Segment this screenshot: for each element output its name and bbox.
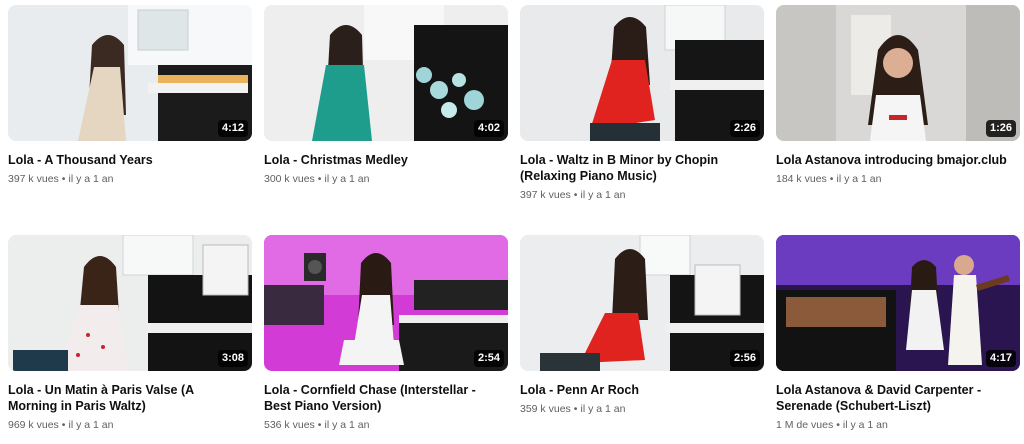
meta-separator: • (317, 419, 322, 431)
video-title[interactable]: Lola Astanova & David Carpenter - Serena… (776, 382, 1020, 414)
video-card[interactable]: 4:17 Lola Astanova & David Carpenter - S… (776, 235, 1020, 432)
view-count: 397 k vues (520, 189, 571, 201)
view-count: 359 k vues (520, 403, 571, 415)
upload-age: il y a 1 an (324, 419, 370, 431)
video-duration: 4:17 (985, 350, 1016, 367)
view-count: 397 k vues (8, 173, 59, 185)
view-count: 184 k vues (776, 173, 827, 185)
video-duration: 2:56 (729, 350, 760, 367)
video-title[interactable]: Lola - Cornfield Chase (Interstellar - B… (264, 382, 508, 414)
video-title[interactable]: Lola - Penn Ar Roch (520, 382, 764, 398)
upload-age: il y a 1 an (836, 173, 882, 185)
video-thumbnail[interactable]: 2:56 (520, 235, 764, 371)
video-duration: 2:54 (473, 350, 504, 367)
video-thumbnail[interactable]: 1:26 (776, 5, 1020, 141)
video-meta: 397 k vues • il y a 1 an (8, 172, 252, 186)
video-card[interactable]: 4:12 Lola - A Thousand Years 397 k vues •… (8, 5, 252, 186)
video-meta: 969 k vues • il y a 1 an (8, 418, 252, 432)
video-title[interactable]: Lola - Un Matin à Paris Valse (A Morning… (8, 382, 252, 414)
video-thumbnail[interactable]: 4:12 (8, 5, 252, 141)
video-card[interactable]: 2:54 Lola - Cornfield Chase (Interstella… (264, 235, 508, 432)
video-duration: 4:12 (217, 120, 248, 137)
thumbnail-image (520, 235, 764, 371)
video-thumbnail[interactable]: 3:08 (8, 235, 252, 371)
video-thumbnail[interactable]: 4:17 (776, 235, 1020, 371)
video-card[interactable]: 1:26 Lola Astanova introducing bmajor.cl… (776, 5, 1020, 186)
thumbnail-image (520, 5, 764, 141)
video-meta: 184 k vues • il y a 1 an (776, 172, 1020, 186)
thumbnail-image (776, 235, 1020, 371)
video-title[interactable]: Lola - Christmas Medley (264, 152, 508, 168)
video-duration: 3:08 (217, 350, 248, 367)
upload-age: il y a 1 an (580, 189, 626, 201)
meta-separator: • (836, 419, 840, 431)
video-meta: 397 k vues • il y a 1 an (520, 188, 764, 202)
thumbnail-image (776, 5, 1020, 141)
upload-age: il y a 1 an (580, 403, 626, 415)
meta-separator: • (573, 403, 578, 415)
upload-age: il y a 1 an (68, 419, 114, 431)
video-thumbnail[interactable]: 4:02 (264, 5, 508, 141)
video-grid: 4:12 Lola - A Thousand Years 397 k vues •… (0, 0, 1024, 444)
video-thumbnail[interactable]: 2:26 (520, 5, 764, 141)
view-count: 969 k vues (8, 419, 59, 431)
video-card[interactable]: 2:26 Lola - Waltz in B Minor by Chopin (… (520, 5, 764, 202)
video-card[interactable]: 2:56 Lola - Penn Ar Roch 359 k vues • il y… (520, 235, 764, 416)
video-thumbnail[interactable]: 2:54 (264, 235, 508, 371)
thumbnail-image (264, 5, 508, 141)
meta-separator: • (317, 173, 322, 185)
video-duration: 1:26 (985, 120, 1016, 137)
thumbnail-image (264, 235, 508, 371)
view-count: 300 k vues (264, 173, 315, 185)
view-count: 536 k vues (264, 419, 315, 431)
video-meta: 1 M de vues • il y a 1 an (776, 418, 1020, 432)
thumbnail-image (8, 235, 252, 371)
upload-age: il y a 1 an (842, 419, 888, 431)
meta-separator: • (573, 189, 578, 201)
upload-age: il y a 1 an (324, 173, 370, 185)
meta-separator: • (829, 173, 834, 185)
video-meta: 359 k vues • il y a 1 an (520, 402, 764, 416)
video-title[interactable]: Lola - A Thousand Years (8, 152, 252, 168)
video-duration: 2:26 (729, 120, 760, 137)
upload-age: il y a 1 an (68, 173, 114, 185)
video-meta: 536 k vues • il y a 1 an (264, 418, 508, 432)
video-title[interactable]: Lola Astanova introducing bmajor.club (776, 152, 1020, 168)
video-duration: 4:02 (473, 120, 504, 137)
video-title[interactable]: Lola - Waltz in B Minor by Chopin (Relax… (520, 152, 764, 184)
view-count: 1 M de vues (776, 419, 834, 431)
video-meta: 300 k vues • il y a 1 an (264, 172, 508, 186)
meta-separator: • (61, 419, 66, 431)
meta-separator: • (61, 173, 66, 185)
thumbnail-image (8, 5, 252, 141)
video-card[interactable]: 4:02 Lola - Christmas Medley 300 k vues •… (264, 5, 508, 186)
video-card[interactable]: 3:08 Lola - Un Matin à Paris Valse (A Mo… (8, 235, 252, 432)
